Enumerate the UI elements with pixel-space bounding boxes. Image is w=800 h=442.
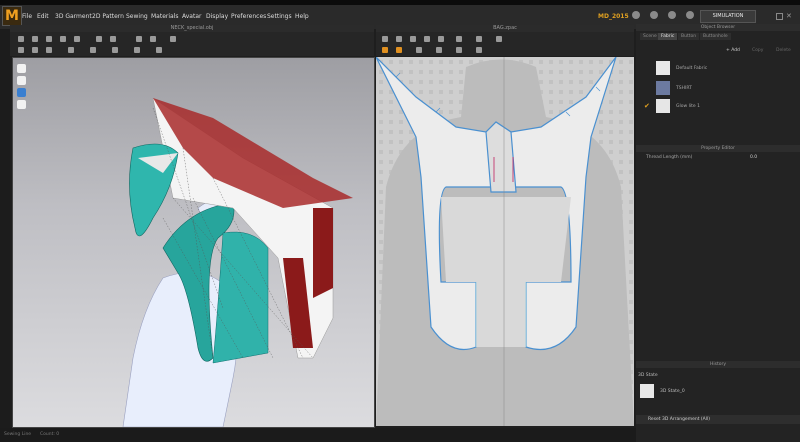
scale-icon[interactable] [46,47,52,53]
thread-length-value[interactable]: 0.0 [750,155,757,160]
view2d-canvas[interactable] [376,57,634,426]
segment-sew-icon[interactable] [476,36,482,42]
select-icon[interactable] [18,36,24,42]
trace-icon[interactable] [416,47,422,53]
menu-edit[interactable]: Edit [37,13,49,20]
view3d-scene [122,97,353,427]
transform-icon[interactable] [18,47,24,53]
status-left: Sewing Line [4,432,32,437]
free-sew-icon[interactable] [496,36,502,42]
property-editor-title: Property Editor [636,145,800,152]
freeze-icon[interactable] [156,47,162,53]
view3d-canvas[interactable] [12,57,375,428]
move-icon[interactable] [32,36,38,42]
arrange-icon[interactable] [68,47,74,53]
menu-avatar[interactable]: Avatar [182,13,201,20]
orange-tool-2-icon[interactable] [396,47,402,53]
texture-icon[interactable] [136,36,142,42]
view-avatar-icon[interactable] [17,64,26,73]
user-label: MD_2015 [598,13,629,20]
tab-button[interactable]: Button [678,33,700,40]
grain-icon[interactable] [456,47,462,53]
status-bar: Sewing Line Count: 0 [0,428,636,442]
orange-tool-icon[interactable] [382,47,388,53]
pin-icon[interactable] [74,36,80,42]
menu-sewing[interactable]: Sewing [126,13,148,20]
right-panel: Object Browser Scene Fabric Button Buttonho… [636,24,800,442]
action-add-button[interactable]: + Add [726,48,740,53]
view2d-toolbar [376,32,634,56]
check-icon: ✔ [644,102,650,110]
history-item[interactable]: 3D State_0 [660,389,685,394]
simulation-button[interactable]: SIMULATION [700,10,756,23]
view3d-title: NECK_special.obj [10,25,374,32]
layer-icon[interactable] [134,47,140,53]
fabric-swatch[interactable] [656,61,670,75]
fabric-label[interactable]: Glow lite 1 [676,104,700,109]
maximize-icon[interactable] [776,13,783,20]
menu-file[interactable]: File [22,13,32,20]
settings-icon[interactable] [686,11,694,19]
action-delete-button[interactable]: Delete [776,48,791,53]
menu-2d-pattern[interactable]: 2D Pattern [92,13,124,20]
history-title: History [636,361,800,368]
view2d-scene [376,57,634,426]
tack-icon[interactable] [46,36,52,42]
menu-preferences[interactable]: Preferences [231,13,266,20]
action-copy-button[interactable]: Copy [752,48,763,53]
pattern-select-icon[interactable] [382,36,388,42]
view3d-toolbar [10,32,374,56]
menu-help[interactable]: Help [295,13,309,20]
teal-panel [212,231,269,364]
reset-arrangement-button[interactable]: Reset 3D Arrangement (All) [648,417,710,422]
menu-settings[interactable]: Settings [267,13,292,20]
dart-icon[interactable] [456,36,462,42]
hide-icon[interactable] [90,47,96,53]
tab-buttonhole[interactable]: Buttonhole [700,33,731,40]
menu-display[interactable]: Display [206,13,228,20]
red-edge [313,208,333,298]
rotate-icon[interactable] [32,47,38,53]
history-section: 3D State [638,373,658,378]
tab-fabric[interactable]: Fabric [658,33,678,40]
avatar-icon[interactable] [150,36,156,42]
show-icon[interactable] [112,47,118,53]
tab-scene[interactable]: Scene [640,33,660,40]
user-icon[interactable] [650,11,658,19]
view-pattern-icon[interactable] [17,88,26,97]
pattern-edit-icon[interactable] [396,36,402,42]
fabric-swatch[interactable] [656,81,670,95]
object-browser-title: Object Browser [636,24,800,31]
history-thumbnail[interactable] [640,384,654,398]
fabric-label[interactable]: Default Fabric [676,66,707,71]
view-sewing-icon[interactable] [17,100,26,109]
fabric-label[interactable]: TSHIRT [676,86,692,91]
menu-materials[interactable]: Materials [151,13,179,20]
thread-length-label: Thread Length (mm) [646,155,693,160]
app-logo: M [2,6,22,26]
sew-icon[interactable] [96,36,102,42]
collar-piece [485,121,517,193]
close-icon[interactable]: ✕ [786,12,792,20]
measure-icon[interactable] [110,36,116,42]
notch-icon[interactable] [436,47,442,53]
menu-3d-garment[interactable]: 3D Garment [55,13,92,20]
fabric-swatch[interactable] [656,99,670,113]
status-right: Count: 0 [40,432,60,437]
rectangle-icon[interactable] [424,36,430,42]
symmetry-icon[interactable] [476,47,482,53]
fold-icon[interactable] [60,36,66,42]
garment-icon[interactable] [170,36,176,42]
view-garment-icon[interactable] [17,76,26,85]
view2d-title: BAG.zpac [376,25,634,32]
help-icon[interactable] [668,11,676,19]
volume-icon[interactable] [632,11,640,19]
polygon-icon[interactable] [410,36,416,42]
circle-icon[interactable] [438,36,444,42]
left-dock-strip [0,29,10,428]
